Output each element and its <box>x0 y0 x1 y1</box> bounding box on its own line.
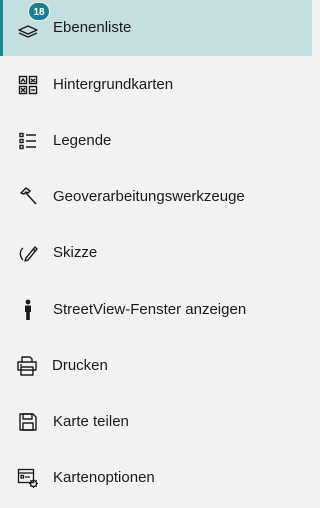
menu-item-label: Skizze <box>53 244 98 261</box>
person-icon <box>16 298 40 322</box>
menu-item-label: Hintergrundkarten <box>53 76 174 93</box>
sketch-pencil-icon <box>16 241 40 265</box>
menu-item-label: Ebenenliste <box>53 19 132 36</box>
hammer-icon <box>16 185 40 209</box>
menu-item-label: Legende <box>53 132 112 149</box>
menu-item-label: Geoverarbeitungswerkzeuge <box>53 188 245 205</box>
menu-item-label: StreetView-Fenster anzeigen <box>53 301 247 318</box>
layers-icon: 18 <box>16 2 50 40</box>
menu-item-geoprocessing-tools[interactable]: Geoverarbeitungswerkzeuge <box>0 169 312 225</box>
side-menu: 18 Ebenenliste Hintergrundkarten Legende… <box>0 0 312 508</box>
menu-item-map-options[interactable]: Kartenoptionen <box>0 450 312 506</box>
legend-list-icon <box>16 129 40 153</box>
menu-item-label: Drucken <box>52 357 108 374</box>
save-disk-icon <box>16 410 40 434</box>
printer-icon <box>15 354 39 378</box>
menu-item-label: Karte teilen <box>53 413 129 430</box>
menu-item-share-map[interactable]: Karte teilen <box>0 394 312 450</box>
basemap-grid-icon <box>16 73 40 97</box>
layer-count-badge: 18 <box>28 2 50 21</box>
menu-item-legend[interactable]: Legende <box>0 113 312 169</box>
menu-item-basemaps[interactable]: Hintergrundkarten <box>0 57 312 113</box>
map-settings-icon <box>16 466 40 490</box>
menu-item-layer-list[interactable]: 18 Ebenenliste <box>0 0 312 56</box>
menu-item-print[interactable]: Drucken <box>0 338 312 394</box>
menu-item-sketch[interactable]: Skizze <box>0 225 312 281</box>
menu-item-streetview[interactable]: StreetView-Fenster anzeigen <box>0 282 312 338</box>
menu-item-label: Kartenoptionen <box>53 469 155 486</box>
